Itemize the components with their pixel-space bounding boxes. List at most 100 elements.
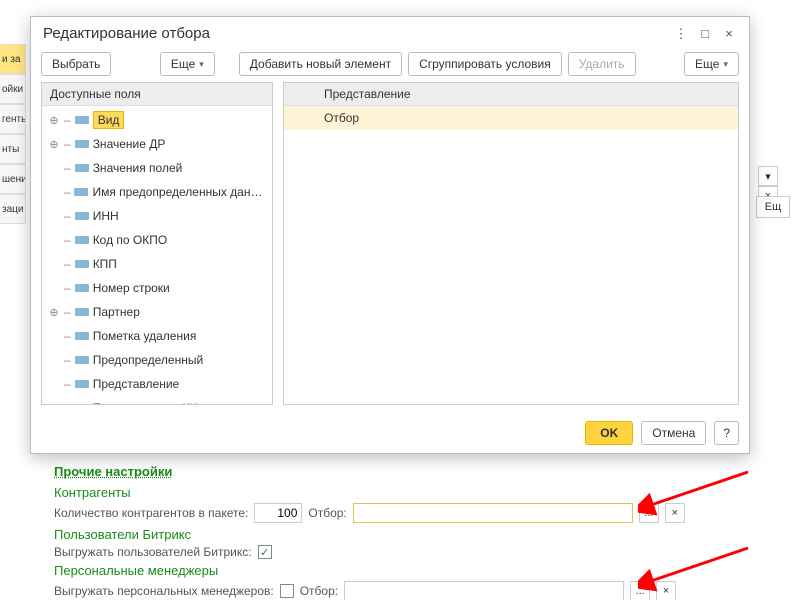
dash-icon: –: [64, 377, 71, 391]
background-more-button[interactable]: Ещ: [756, 196, 790, 218]
left-more-button[interactable]: Еще▾: [160, 52, 215, 76]
tree-item[interactable]: ⊕–Партнер: [42, 300, 272, 324]
field-icon: [75, 260, 89, 268]
contragents-count-label: Количество контрагентов в пакете:: [54, 506, 248, 520]
tree-item-label: Предопределенный: [93, 353, 204, 367]
left-tab-4[interactable]: шени: [0, 164, 26, 194]
dash-icon: –: [64, 329, 71, 343]
tree-item[interactable]: – Представление: [42, 372, 272, 396]
expand-icon[interactable]: ⊕: [48, 114, 60, 127]
field-icon: [74, 188, 88, 196]
users-header: Пользователи Битрикс: [54, 527, 754, 542]
help-button[interactable]: ?: [714, 421, 739, 445]
dash-icon: –: [64, 401, 71, 404]
contragents-header: Контрагенты: [54, 485, 754, 500]
ok-button[interactable]: OK: [585, 421, 633, 445]
left-vertical-tabs: и за ойки генть нты шени заци: [0, 44, 26, 224]
otbor-label-2: Отбор:: [300, 584, 338, 598]
tree-item[interactable]: –Номер строки: [42, 276, 272, 300]
expand-icon[interactable]: ⊕: [48, 138, 60, 151]
field-icon: [75, 236, 89, 244]
tree-item[interactable]: – ИНН: [42, 204, 272, 228]
group-conditions-button[interactable]: Сгруппировать условия: [408, 52, 562, 76]
users-row: Выгружать пользователей Битрикс: ✓: [54, 545, 754, 559]
tree-item-label: ИНН: [93, 209, 119, 223]
managers-otbor-clear-button[interactable]: ×: [656, 581, 676, 600]
right-more-button[interactable]: Еще▾: [684, 52, 739, 76]
left-tab-2[interactable]: генть: [0, 104, 26, 134]
left-tab-3[interactable]: нты: [0, 134, 26, 164]
tree-item[interactable]: – Пометка удаления: [42, 324, 272, 348]
dialog-toolbar: Выбрать Еще▾ Добавить новый элемент Сгру…: [31, 48, 749, 82]
field-icon: [75, 380, 89, 388]
window-more-icon[interactable]: ⋮: [673, 26, 689, 42]
select-button[interactable]: Выбрать: [41, 52, 111, 76]
expand-icon[interactable]: ⊕: [48, 306, 60, 319]
representation-list[interactable]: Отбор: [284, 106, 738, 404]
chevron-down-icon: ▾: [199, 59, 204, 70]
left-tab-5[interactable]: заци: [0, 194, 26, 224]
dash-icon: –: [64, 353, 71, 367]
users-export-label: Выгружать пользователей Битрикс:: [54, 545, 252, 559]
otbor-label-1: Отбор:: [308, 506, 346, 520]
field-icon: [75, 164, 89, 172]
field-icon: [75, 332, 89, 340]
tree-item[interactable]: –Представление КИ: [42, 396, 272, 404]
managers-row: Выгружать персональных менеджеров: Отбор…: [54, 581, 754, 600]
right-flip-button[interactable]: ▾: [758, 166, 778, 186]
tree-item[interactable]: – Предопределенный: [42, 348, 272, 372]
contragents-otbor-input[interactable]: [353, 503, 633, 523]
managers-header: Персональные менеджеры: [54, 563, 754, 578]
dialog-title: Редактирование отбора: [43, 25, 210, 42]
contragents-row: Количество контрагентов в пакете: Отбор:…: [54, 503, 754, 523]
field-icon: [75, 308, 89, 316]
field-icon: [75, 212, 89, 220]
contragents-otbor-clear-button[interactable]: ×: [665, 503, 685, 523]
managers-export-checkbox[interactable]: [280, 584, 294, 598]
dash-icon: –: [64, 161, 71, 175]
field-icon: [75, 116, 89, 124]
tree-item[interactable]: ⊕– Вид: [42, 108, 272, 132]
delete-button[interactable]: Удалить: [568, 52, 636, 76]
dash-icon: –: [64, 185, 71, 199]
chevron-down-icon: ▾: [723, 59, 728, 70]
tree-item[interactable]: –Код по ОКПО: [42, 228, 272, 252]
dialog-body: Доступные поля ⊕–Вид⊕–Значение ДР–Значен…: [31, 82, 749, 413]
cancel-button[interactable]: Отмена: [641, 421, 706, 445]
window-maximize-icon[interactable]: □: [697, 26, 713, 42]
tree-item-label: Значения полей: [93, 161, 183, 175]
tree-item[interactable]: –КПП: [42, 252, 272, 276]
tree-item-label: Код по ОКПО: [93, 233, 168, 247]
contragents-count-input[interactable]: [254, 503, 302, 523]
representation-row[interactable]: Отбор: [284, 106, 738, 130]
tree-item[interactable]: ⊕–Значение ДР: [42, 132, 272, 156]
tree-item[interactable]: – Имя предопределенных данных: [42, 180, 272, 204]
window-close-icon[interactable]: ×: [721, 26, 737, 42]
add-element-button[interactable]: Добавить новый элемент: [239, 52, 402, 76]
fields-tree[interactable]: ⊕–Вид⊕–Значение ДР–Значения полей–Имя пр…: [42, 106, 272, 404]
left-tab-0[interactable]: и за: [0, 44, 26, 74]
other-settings-link[interactable]: Прочие настройки: [54, 464, 172, 479]
dialog-footer: OK Отмена ?: [31, 413, 749, 453]
field-icon: [75, 356, 89, 364]
managers-otbor-input[interactable]: [344, 581, 624, 600]
other-settings-section: Прочие настройки Контрагенты Количество …: [54, 464, 754, 600]
tree-item-label: КПП: [93, 257, 117, 271]
contragents-otbor-dialog-button[interactable]: ...: [639, 503, 659, 523]
tree-item-label: Партнер: [93, 305, 140, 319]
users-export-checkbox[interactable]: ✓: [258, 545, 272, 559]
dash-icon: –: [64, 281, 71, 295]
dialog-titlebar: Редактирование отбора ⋮ □ ×: [31, 17, 749, 48]
left-tab-1[interactable]: ойки: [0, 74, 26, 104]
tree-item-label: Имя предопределенных данных: [92, 185, 268, 199]
managers-otbor-dialog-button[interactable]: ...: [630, 581, 650, 600]
dash-icon: –: [64, 209, 71, 223]
representation-header: Представление: [284, 83, 738, 106]
tree-item-label: Представление: [93, 377, 180, 391]
representation-panel: Представление Отбор: [283, 82, 739, 405]
dash-icon: –: [64, 137, 71, 151]
tree-item[interactable]: – Значения полей: [42, 156, 272, 180]
dash-icon: –: [64, 113, 71, 127]
tree-item-label: Вид: [93, 111, 125, 129]
tree-item-label: Пометка удаления: [93, 329, 197, 343]
